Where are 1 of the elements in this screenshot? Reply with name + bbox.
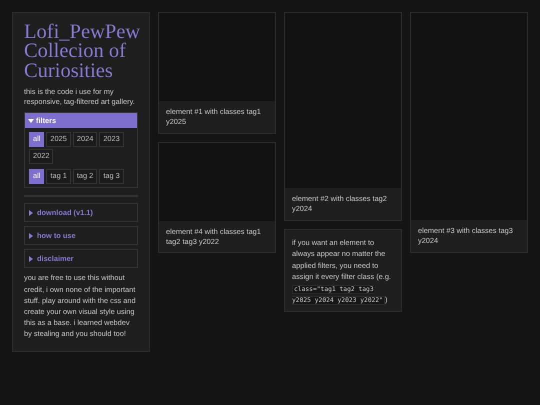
site-title: Lofi_PewPew Collecion of Curiosities (24, 23, 138, 82)
